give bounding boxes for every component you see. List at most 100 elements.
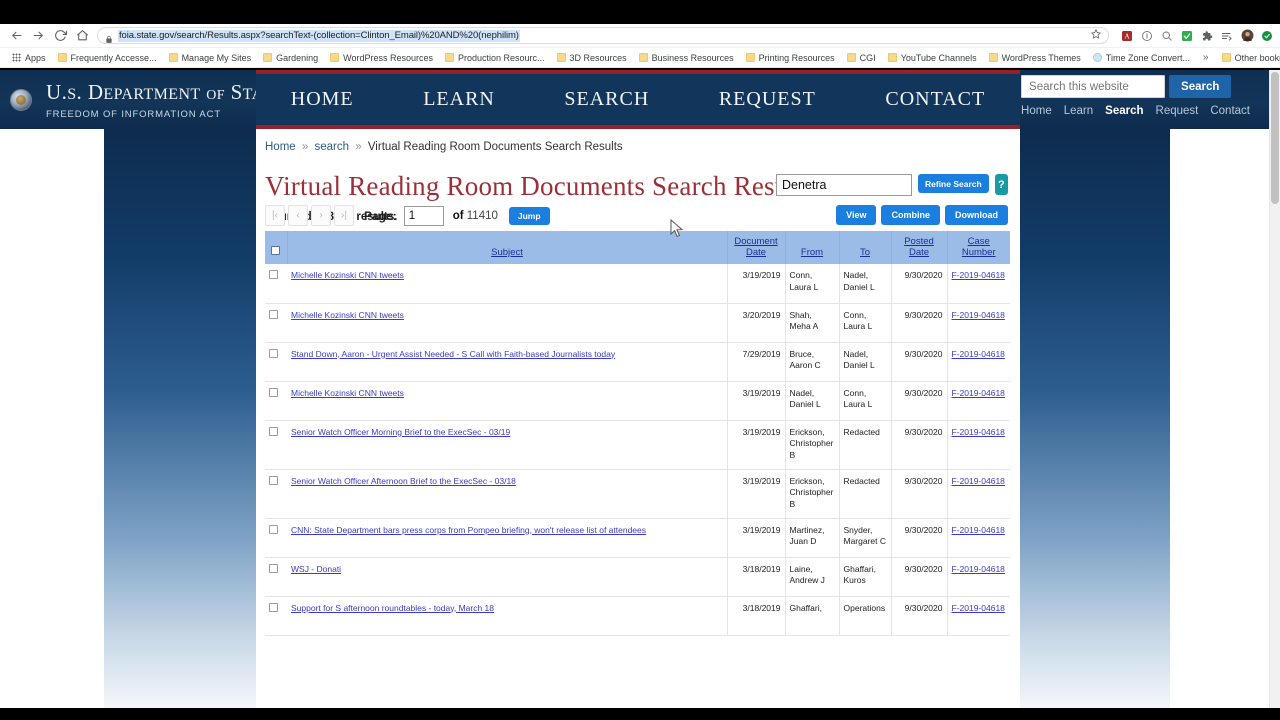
- row-checkbox[interactable]: [269, 348, 278, 358]
- select-all-checkbox[interactable]: [271, 246, 281, 255]
- col-from-link[interactable]: From: [801, 247, 823, 258]
- page-scrollbar[interactable]: [1269, 70, 1280, 708]
- first-page-icon[interactable]: |‹: [265, 205, 285, 226]
- bookmark-star-icon[interactable]: [1085, 28, 1102, 42]
- case-number-link[interactable]: F-2019-04618: [952, 603, 1005, 613]
- table-row[interactable]: Michelle Kozinski CNN tweets 3/19/2019 Con…: [265, 264, 1010, 304]
- case-number-link[interactable]: F-2019-04618: [952, 310, 1005, 320]
- row-checkbox[interactable]: [269, 270, 278, 279]
- utility-nav-contact[interactable]: Contact: [1210, 105, 1250, 117]
- reading-list-icon[interactable]: [1220, 29, 1234, 43]
- refine-search-button[interactable]: Refine Search: [918, 174, 989, 193]
- bookmark-youtube-channels[interactable]: YouTube Channels: [882, 50, 983, 66]
- table-row[interactable]: Senior Watch Officer Afternoon Brief to …: [265, 469, 1010, 519]
- bookmark-wordpress-resources[interactable]: WordPress Resources: [324, 50, 439, 66]
- nav-learn[interactable]: LEARN: [423, 88, 495, 111]
- address-bar[interactable]: foia.state.gov/search/Results.aspx?searc…: [97, 27, 1109, 44]
- table-row[interactable]: WSJ - Donati 3/18/2019 Laine, Andrew J Ghaf…: [265, 557, 1010, 597]
- bookmark-wordpress-themes[interactable]: WordPress Themes: [983, 50, 1087, 66]
- update-circle-icon[interactable]: [1260, 29, 1274, 43]
- scrollbar-thumb[interactable]: [1271, 72, 1279, 204]
- bookmark-apps[interactable]: Apps: [6, 50, 52, 66]
- subject-link[interactable]: Support for S afternoon roundtables - to…: [291, 603, 494, 613]
- extensions-puzzle-icon[interactable]: [1200, 29, 1214, 43]
- row-checkbox[interactable]: [269, 563, 278, 573]
- reload-icon[interactable]: [50, 26, 70, 46]
- utility-nav-request[interactable]: Request: [1156, 105, 1199, 117]
- case-number-link[interactable]: F-2019-04618: [952, 270, 1005, 280]
- page-number-input[interactable]: [403, 205, 444, 226]
- forward-arrow-icon[interactable]: [28, 26, 48, 46]
- col-subject-link[interactable]: Subject: [491, 247, 523, 258]
- previous-page-icon[interactable]: ‹: [288, 205, 308, 226]
- bookmark-printing-resources[interactable]: Printing Resources: [740, 50, 841, 66]
- utility-nav-learn[interactable]: Learn: [1064, 105, 1093, 117]
- bookmark-production-resources[interactable]: Production Resourc...: [439, 50, 551, 66]
- col-from[interactable]: From: [785, 231, 840, 264]
- col-document-date[interactable]: Document Date: [727, 231, 786, 264]
- table-row[interactable]: Michelle Kozinski CNN tweets 3/19/2019 Nad…: [265, 381, 1010, 421]
- home-icon[interactable]: [72, 26, 92, 46]
- bookmark-gardening[interactable]: Gardening: [257, 50, 324, 66]
- case-number-link[interactable]: F-2019-04618: [952, 525, 1005, 535]
- breadcrumb-search[interactable]: search: [315, 141, 350, 153]
- subject-link[interactable]: CNN: State Department bars press corps f…: [291, 525, 646, 535]
- col-to-link[interactable]: To: [860, 247, 870, 258]
- profile-avatar-icon[interactable]: [1240, 29, 1254, 43]
- row-checkbox[interactable]: [269, 602, 278, 612]
- table-row[interactable]: Stand Down, Aaron - Urgent Assist Needed…: [265, 342, 1010, 382]
- utility-nav-search[interactable]: Search: [1105, 105, 1143, 117]
- bookmarks-overflow-icon[interactable]: »: [1196, 52, 1216, 63]
- bookmark-time-zone-converter[interactable]: Time Zone Convert...: [1087, 50, 1196, 66]
- case-number-link[interactable]: F-2019-04618: [952, 564, 1005, 574]
- case-number-link[interactable]: F-2019-04618: [952, 388, 1005, 398]
- combine-button[interactable]: Combine: [881, 205, 940, 225]
- bookmark-3d-resources[interactable]: 3D Resources: [551, 50, 633, 66]
- search-input[interactable]: [1021, 75, 1166, 98]
- row-checkbox[interactable]: [269, 387, 278, 397]
- col-case-number-link[interactable]: Case Number: [962, 236, 996, 258]
- nav-contact[interactable]: CONTACT: [885, 88, 985, 111]
- subject-link[interactable]: Senior Watch Officer Afternoon Brief to …: [291, 476, 516, 486]
- bookmark-cgi[interactable]: CGI: [841, 50, 882, 66]
- subject-link[interactable]: Michelle Kozinski CNN tweets: [291, 270, 404, 280]
- help-button[interactable]: ?: [994, 174, 1008, 195]
- adobe-pdf-icon[interactable]: A: [1120, 29, 1134, 43]
- search-circle-icon[interactable]: [1140, 29, 1154, 43]
- case-number-link[interactable]: F-2019-04618: [952, 476, 1005, 486]
- download-button[interactable]: Download: [945, 205, 1008, 225]
- nav-request[interactable]: REQUEST: [719, 88, 816, 111]
- search-button[interactable]: Search: [1169, 75, 1232, 98]
- nav-home[interactable]: HOME: [291, 88, 354, 111]
- breadcrumb-home[interactable]: Home: [265, 141, 296, 153]
- next-page-icon[interactable]: ›: [311, 205, 331, 226]
- jump-button[interactable]: Jump: [508, 206, 550, 225]
- row-checkbox[interactable]: [269, 309, 278, 319]
- subject-link[interactable]: Michelle Kozinski CNN tweets: [291, 388, 404, 398]
- bookmark-frequently-accessed[interactable]: Frequently Accesse...: [52, 50, 163, 66]
- row-checkbox[interactable]: [269, 475, 278, 485]
- refine-search-input[interactable]: [776, 174, 912, 196]
- table-row[interactable]: CNN: State Department bars press corps f…: [265, 518, 1010, 558]
- green-check-icon[interactable]: [1180, 29, 1194, 43]
- table-row[interactable]: Michelle Kozinski CNN tweets 3/20/2019 Sha…: [265, 303, 1010, 343]
- subject-link[interactable]: Senior Watch Officer Morning Brief to th…: [291, 427, 510, 437]
- back-arrow-icon[interactable]: [6, 26, 26, 46]
- subject-link[interactable]: Stand Down, Aaron - Urgent Assist Needed…: [291, 349, 615, 359]
- case-number-link[interactable]: F-2019-04618: [952, 427, 1005, 437]
- row-checkbox[interactable]: [269, 524, 278, 534]
- table-row[interactable]: Support for S afternoon roundtables - to…: [265, 596, 1010, 636]
- last-page-icon[interactable]: ›|: [334, 205, 354, 226]
- col-posted-date-link[interactable]: Posted Date: [904, 236, 934, 258]
- nav-search[interactable]: SEARCH: [564, 88, 649, 111]
- magnifier-icon[interactable]: [1160, 29, 1174, 43]
- row-checkbox[interactable]: [269, 426, 278, 436]
- view-button[interactable]: View: [836, 205, 877, 225]
- bookmark-business-resources[interactable]: Business Resources: [633, 50, 740, 66]
- col-to[interactable]: To: [839, 231, 892, 264]
- utility-nav-home[interactable]: Home: [1021, 105, 1052, 117]
- col-case-number[interactable]: Case Number: [947, 231, 1010, 264]
- col-subject[interactable]: Subject: [287, 231, 728, 264]
- subject-link[interactable]: WSJ - Donati: [291, 564, 341, 574]
- subject-link[interactable]: Michelle Kozinski CNN tweets: [291, 310, 404, 320]
